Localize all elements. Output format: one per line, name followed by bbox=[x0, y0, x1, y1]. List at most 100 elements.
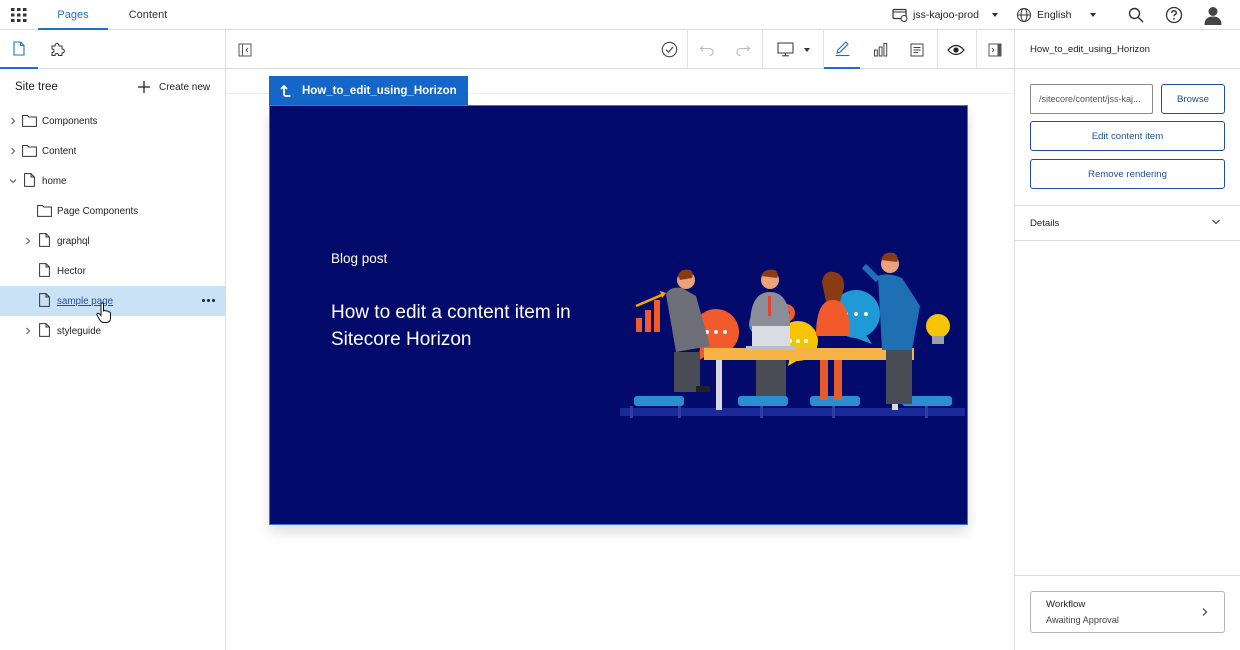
browse-button[interactable]: Browse bbox=[1161, 84, 1225, 114]
tab-site-tree[interactable] bbox=[0, 30, 38, 69]
tree-item-styleguide[interactable]: styleguide bbox=[0, 316, 225, 346]
site-selector[interactable]: jss-kajoo-prod bbox=[892, 7, 998, 23]
language-label: English bbox=[1037, 9, 1072, 21]
collapse-left-panel-button[interactable] bbox=[231, 30, 259, 69]
toolbar-divider bbox=[976, 30, 977, 68]
tree-item-label: styleguide bbox=[57, 325, 102, 337]
chevron-down-icon[interactable] bbox=[1211, 217, 1221, 227]
toolbar-divider bbox=[937, 30, 938, 68]
workflow-title: Workflow bbox=[1046, 599, 1086, 610]
puzzle-icon bbox=[50, 42, 65, 57]
workflow-state: Awaiting Approval bbox=[1046, 615, 1119, 625]
tree-item-label: Hector bbox=[57, 265, 86, 277]
create-new-button[interactable]: Create new bbox=[137, 80, 210, 94]
preview-button[interactable] bbox=[942, 30, 970, 69]
chevron-right-icon[interactable] bbox=[9, 147, 17, 155]
chevron-down-icon bbox=[1090, 13, 1097, 17]
tree-item-content[interactable]: Content bbox=[0, 136, 225, 166]
help-icon[interactable] bbox=[1165, 6, 1183, 24]
left-panel-tabs bbox=[0, 30, 225, 69]
folder-icon bbox=[37, 204, 52, 218]
select-parent-icon[interactable] bbox=[280, 84, 291, 97]
tree-item-page-components[interactable]: Page Components bbox=[0, 196, 225, 226]
tree-item-sample-page[interactable]: sample page bbox=[0, 286, 225, 316]
details-list-icon bbox=[910, 43, 924, 57]
page-icon bbox=[39, 293, 53, 307]
remove-rendering-button[interactable]: Remove rendering bbox=[1030, 159, 1225, 189]
page-icon bbox=[39, 263, 53, 277]
eye-icon bbox=[947, 44, 965, 56]
page-canvas: How_to_edit_using_Horizon Blog post How … bbox=[226, 69, 1014, 650]
page-icon bbox=[39, 233, 53, 247]
pencil-icon bbox=[834, 40, 851, 57]
toolbar-divider bbox=[762, 30, 763, 68]
more-options-icon[interactable] bbox=[202, 299, 215, 302]
undo-button[interactable] bbox=[694, 30, 720, 69]
chevron-right-icon bbox=[1201, 607, 1209, 617]
rendering-chip-label: How_to_edit_using_Horizon bbox=[302, 84, 457, 97]
redo-button[interactable] bbox=[730, 30, 756, 69]
create-new-label: Create new bbox=[159, 81, 211, 93]
chevron-right-icon[interactable] bbox=[24, 237, 32, 245]
toolbar-divider bbox=[687, 30, 688, 68]
panel-left-icon bbox=[238, 43, 252, 57]
page-icon bbox=[39, 323, 53, 337]
device-selector[interactable] bbox=[769, 30, 817, 69]
meeting-illustration bbox=[620, 206, 967, 421]
undo-icon bbox=[699, 43, 715, 57]
tree-item-graphql[interactable]: graphql bbox=[0, 226, 225, 256]
details-section-toggle[interactable]: Details bbox=[1030, 218, 1059, 229]
datasource-path-field[interactable] bbox=[1030, 84, 1153, 114]
workflow-card[interactable]: Workflow Awaiting Approval bbox=[1030, 591, 1225, 633]
left-panel: Site tree Create new Components Content … bbox=[0, 30, 226, 650]
site-icon bbox=[892, 8, 908, 22]
hand-cursor-icon bbox=[96, 302, 112, 324]
edit-mode-button[interactable] bbox=[824, 30, 860, 69]
search-icon[interactable] bbox=[1127, 6, 1145, 24]
hero-kicker: Blog post bbox=[331, 251, 388, 266]
site-selector-label: jss-kajoo-prod bbox=[913, 9, 979, 21]
hero-title: How to edit a content item in Sitecore H… bbox=[331, 302, 571, 350]
app-switcher-icon[interactable] bbox=[11, 8, 27, 22]
check-circle-icon bbox=[661, 41, 678, 58]
tree-item-hector[interactable]: Hector bbox=[0, 256, 225, 286]
right-panel: How_to_edit_using_Horizon Browse Edit co… bbox=[1014, 30, 1240, 650]
globe-icon bbox=[1016, 7, 1032, 23]
chevron-down-icon bbox=[803, 47, 810, 52]
tab-pages[interactable]: Pages bbox=[38, 0, 108, 30]
chevron-right-icon[interactable] bbox=[9, 117, 17, 125]
tree-item-label: Content bbox=[42, 145, 77, 157]
tab-components[interactable] bbox=[38, 30, 76, 69]
collapse-right-panel-button[interactable] bbox=[981, 30, 1009, 69]
language-selector[interactable]: English bbox=[1016, 7, 1097, 23]
edit-content-item-button[interactable]: Edit content item bbox=[1030, 121, 1225, 151]
tab-content[interactable]: Content bbox=[113, 0, 183, 30]
top-bar: Pages Content jss-kajoo-prod English bbox=[0, 0, 1240, 30]
bar-chart-icon bbox=[873, 42, 888, 57]
divider bbox=[1015, 205, 1240, 206]
rendering-panel-title: How_to_edit_using_Horizon bbox=[1030, 44, 1150, 55]
plus-icon bbox=[137, 80, 151, 94]
analytics-button[interactable] bbox=[864, 30, 896, 69]
tree-item-components[interactable]: Components bbox=[0, 106, 225, 136]
approve-button[interactable] bbox=[654, 30, 684, 69]
tree-item-label: graphql bbox=[57, 235, 90, 247]
folder-icon bbox=[22, 114, 37, 128]
chevron-right-icon[interactable] bbox=[24, 327, 32, 335]
tree-item-label: Components bbox=[42, 115, 98, 127]
hero-banner[interactable]: Blog post How to edit a content item in … bbox=[269, 105, 968, 525]
user-avatar-icon[interactable] bbox=[1203, 5, 1223, 25]
redo-icon bbox=[735, 43, 751, 57]
site-tree-title: Site tree bbox=[15, 81, 58, 93]
divider bbox=[1015, 68, 1240, 69]
page-details-button[interactable] bbox=[901, 30, 933, 69]
panel-right-icon bbox=[988, 43, 1002, 57]
tree-item-label: Page Components bbox=[57, 205, 139, 217]
tree-item-home[interactable]: home bbox=[0, 166, 225, 196]
page-icon bbox=[13, 41, 25, 56]
rendering-chip[interactable]: How_to_edit_using_Horizon bbox=[269, 76, 468, 105]
chevron-down-icon[interactable] bbox=[9, 177, 17, 185]
tree-item-label: home bbox=[42, 175, 67, 187]
folder-icon bbox=[22, 144, 37, 158]
editor-toolbar bbox=[226, 30, 1014, 69]
